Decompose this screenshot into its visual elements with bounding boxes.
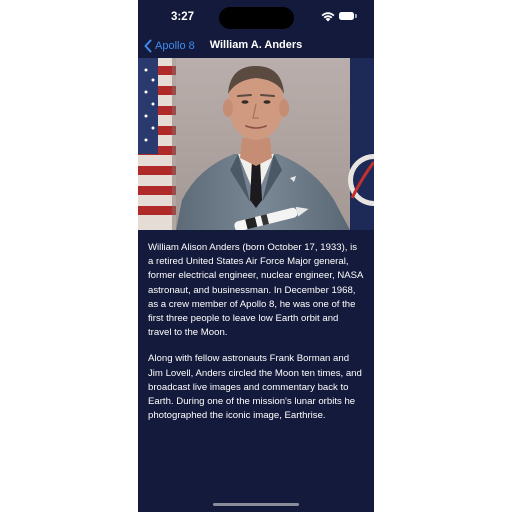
dynamic-island bbox=[219, 7, 294, 29]
astronaut-portrait bbox=[138, 58, 374, 230]
paragraph: William Alison Anders (born October 17, … bbox=[148, 242, 363, 339]
battery-icon bbox=[339, 12, 354, 20]
flag-left bbox=[138, 58, 176, 230]
page-title: William A. Anders bbox=[209, 39, 303, 51]
battery-tip bbox=[355, 14, 357, 18]
wifi-icon bbox=[321, 12, 335, 22]
phone-screen: 3:27 Apollo 8 William A. Anders William … bbox=[138, 0, 374, 512]
paragraph: Along with fellow astronauts Frank Borma… bbox=[148, 353, 362, 422]
status-time: 3:27 bbox=[171, 11, 195, 23]
flag-right bbox=[348, 58, 374, 230]
biography-text: William Alison Anders (born October 17, … bbox=[148, 241, 364, 435]
status-bar: 3:27 bbox=[138, 0, 374, 34]
navigation-bar: Apollo 8 William A. Anders bbox=[138, 34, 374, 58]
home-indicator[interactable] bbox=[213, 503, 299, 506]
